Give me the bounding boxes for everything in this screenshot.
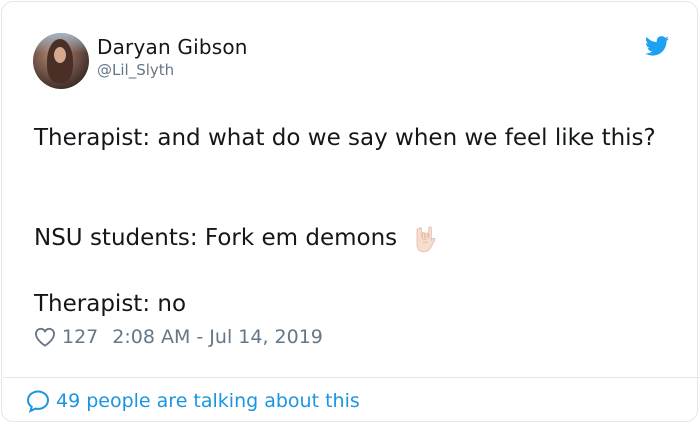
avatar[interactable] xyxy=(33,33,89,89)
speech-bubble-icon xyxy=(26,390,50,413)
like-count[interactable]: 127 xyxy=(62,326,98,348)
conversation-link[interactable]: 49 people are talking about this xyxy=(26,387,360,415)
author-handle[interactable]: @Lil_Slyth xyxy=(97,61,174,79)
tweet-text-line-2-text: NSU students: Fork em demons xyxy=(34,225,398,251)
tweet-text-line-3: Therapist: no xyxy=(34,291,187,317)
horns-hand-emoji xyxy=(417,225,436,252)
conversation-link-label[interactable]: 49 people are talking about this xyxy=(56,390,360,412)
avatar-face xyxy=(54,47,66,63)
tweet-text-line-1: Therapist: and what do we say when we fe… xyxy=(34,125,656,151)
author-name[interactable]: Daryan Gibson xyxy=(97,35,248,59)
tweet-card: Daryan Gibson @Lil_Slyth Therapist: and … xyxy=(1,1,700,422)
tweet-meta: 127 2:08 AM - Jul 14, 2019 xyxy=(34,324,323,350)
heart-icon[interactable] xyxy=(34,327,56,347)
tweet-text-line-2: NSU students: Fork em demons xyxy=(34,222,674,255)
tweet-timestamp[interactable]: 2:08 AM - Jul 14, 2019 xyxy=(112,326,323,348)
twitter-bird-icon[interactable] xyxy=(645,35,669,57)
divider xyxy=(3,377,700,378)
